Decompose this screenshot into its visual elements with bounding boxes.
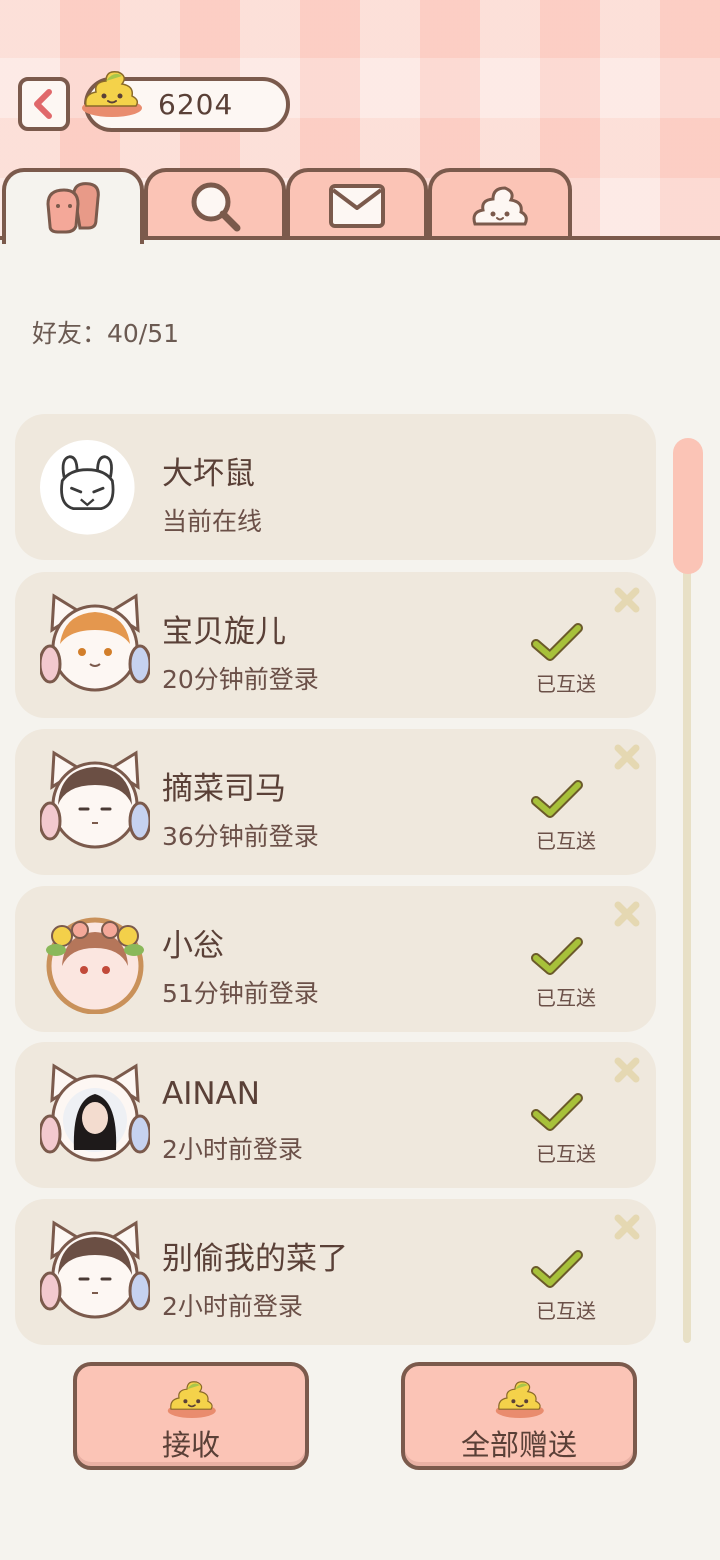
friend-name: 宝贝旋儿 [162,614,286,650]
receive-label: 接收 [161,1428,220,1462]
poop-coin-icon [167,1381,216,1418]
avatar [40,593,150,692]
mutual-gift-label: 已互送 [536,986,596,1010]
friend-card[interactable]: 小忩 51分钟前登录 已互送 [15,886,656,1032]
check-icon [531,937,583,975]
friend-status: 51分钟前登录 [162,979,319,1008]
friend-name: 摘菜司马 [162,771,286,807]
avatar [46,917,144,1014]
friend-card[interactable]: AINAN 2小时前登录 已互送 [15,1042,656,1188]
send-all-label: 全部赠送 [460,1428,577,1462]
check-icon [531,1093,583,1131]
friends-count: 好友：40/51 [32,319,180,348]
tab-mail[interactable] [286,168,428,240]
remove-icon[interactable] [612,585,642,615]
poop-coin-icon [82,70,142,117]
tab-friends[interactable] [2,168,144,244]
mail-icon [329,184,385,228]
friend-card[interactable]: 摘菜司马 36分钟前登录 已互送 [15,729,656,875]
friend-status: 2小时前登录 [162,1292,303,1321]
friend-card[interactable]: 别偷我的菜了 2小时前登录 已互送 [15,1199,656,1345]
back-button[interactable] [18,77,70,131]
avatar [40,1063,150,1162]
check-icon [531,1250,583,1288]
friend-card[interactable]: 大坏鼠 当前在线 [15,414,656,560]
mutual-gift-label: 已互送 [536,1299,596,1323]
scrollbar-track[interactable] [683,448,691,1343]
friend-name: 大坏鼠 [162,456,255,492]
friends-icon [46,182,100,234]
avatar [40,1220,150,1319]
mutual-gift-label: 已互送 [536,829,596,853]
check-icon [531,623,583,661]
avatar [40,750,150,849]
poop-coin-icon [495,1381,544,1418]
coin-count: 6204 [158,88,234,121]
poop-icon [472,186,528,226]
friend-status: 20分钟前登录 [162,665,319,694]
mutual-gift-label: 已互送 [536,1142,596,1166]
scrollbar-thumb[interactable] [673,438,703,574]
remove-icon[interactable] [612,899,642,929]
friend-name: 小忩 [162,928,224,964]
remove-icon[interactable] [612,742,642,772]
friend-name: AINAN [162,1076,260,1112]
remove-icon[interactable] [612,1212,642,1242]
friend-name: 别偷我的菜了 [162,1241,348,1277]
remove-icon[interactable] [612,1055,642,1085]
friend-status: 36分钟前登录 [162,822,319,851]
tab-gift[interactable] [428,168,572,240]
check-icon [531,780,583,818]
send-all-button[interactable]: 全部赠送 [401,1362,637,1470]
chevron-left-icon [34,89,52,119]
tab-search[interactable] [144,168,286,240]
mutual-gift-label: 已互送 [536,672,596,696]
avatar [40,440,135,535]
friend-card[interactable]: 宝贝旋儿 20分钟前登录 已互送 [15,572,656,718]
friend-status: 2小时前登录 [162,1135,303,1164]
friend-status: 当前在线 [162,507,263,536]
search-icon [191,182,241,232]
receive-button[interactable]: 接收 [73,1362,309,1470]
